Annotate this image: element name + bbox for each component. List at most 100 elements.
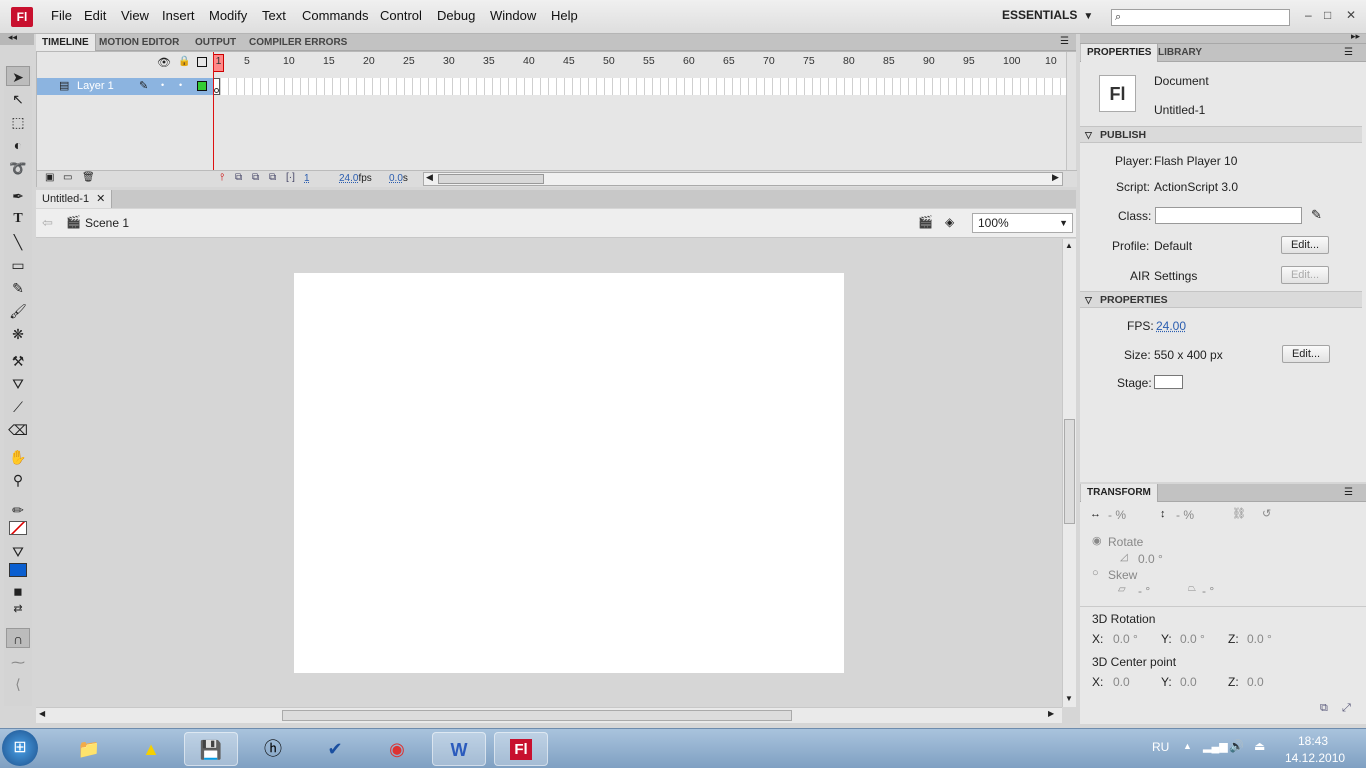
modify-markers-icon[interactable]: [·] [286, 172, 295, 183]
straighten-icon[interactable]: ⟨ [6, 674, 30, 694]
layer-row[interactable]: ▤ Layer 1 ✎ • • [37, 78, 213, 95]
skew-v-value[interactable]: - ° [1202, 584, 1214, 598]
maximize-button[interactable]: □ [1324, 8, 1331, 22]
flash-logo-icon[interactable]: Fl [11, 7, 33, 27]
back-arrow-icon[interactable]: ⇦ [42, 215, 53, 231]
keyframe[interactable] [213, 78, 220, 95]
height-percent[interactable]: - % [1176, 508, 1194, 522]
bone-tool-icon[interactable]: ⚒ [6, 351, 30, 371]
scroll-left-icon[interactable]: ◀ [426, 172, 433, 183]
menu-insert[interactable]: Insert [162, 8, 195, 23]
deco-tool-icon[interactable]: ❋ [6, 324, 30, 344]
word-icon[interactable]: W [432, 732, 486, 766]
save-app-icon[interactable]: 💾 [184, 732, 238, 766]
clock-time[interactable]: 18:43 [1298, 734, 1328, 748]
menu-edit[interactable]: Edit [84, 8, 106, 23]
stage-color-swatch[interactable] [1154, 375, 1183, 389]
tab-compiler-errors[interactable]: COMPILER ERRORS [243, 34, 353, 51]
scroll-right-icon[interactable]: ▶ [1052, 172, 1059, 183]
menu-view[interactable]: View [121, 8, 149, 23]
width-percent[interactable]: - % [1108, 508, 1126, 522]
fps-value[interactable]: 24.0 [339, 173, 358, 184]
stroke-color-icon[interactable]: ✏ [6, 500, 30, 520]
pencil-icon[interactable]: ✎ [1311, 207, 1322, 223]
help-search-input[interactable]: ⌕ [1111, 9, 1290, 26]
profile-edit-button[interactable]: Edit... [1281, 236, 1329, 254]
workspace-switcher[interactable]: ESSENTIALS ▼ [1002, 8, 1093, 22]
onion-outline-icon[interactable]: ⧉ [252, 172, 259, 183]
edit-scene-icon[interactable]: 🎬 [918, 215, 933, 229]
fps-input[interactable]: 24.00 [1156, 319, 1186, 333]
rotate-radio[interactable]: ◉ [1092, 534, 1102, 547]
menu-debug[interactable]: Debug [437, 8, 475, 23]
eraser-tool-icon[interactable]: ⌫ [6, 420, 30, 440]
playhead[interactable]: 1 [213, 54, 224, 72]
class-input[interactable] [1155, 207, 1302, 224]
scroll-right-icon[interactable]: ▶ [1048, 709, 1054, 718]
show-hidden-icons-icon[interactable]: ▲ [1183, 741, 1192, 751]
paint-bucket-tool-icon[interactable]: ⛛ [6, 374, 30, 394]
rotation-z-value[interactable]: 0.0 ° [1247, 632, 1272, 646]
menu-window[interactable]: Window [490, 8, 536, 23]
lasso-tool-icon[interactable]: ➰ [6, 158, 30, 178]
tab-transform[interactable]: TRANSFORM [1081, 484, 1158, 502]
swap-colors-icon[interactable]: ⇄ [6, 599, 30, 619]
new-layer-icon[interactable]: ▣ [45, 172, 54, 183]
zoom-tool-icon[interactable]: ⚲ [6, 470, 30, 490]
smooth-icon[interactable]: ⁓ [6, 652, 30, 672]
free-transform-tool-icon[interactable]: ⬚ [6, 112, 30, 132]
air-edit-button[interactable]: Edit... [1281, 266, 1329, 284]
layer-color-icon[interactable] [197, 81, 207, 91]
scroll-left-icon[interactable]: ◀ [39, 709, 45, 718]
hand-tool-icon[interactable]: ✋ [6, 447, 30, 467]
rotation-x-value[interactable]: 0.0 ° [1113, 632, 1138, 646]
publish-section-header[interactable]: PUBLISH [1080, 126, 1362, 143]
scroll-up-icon[interactable]: ▲ [1065, 241, 1073, 250]
subselection-tool-icon[interactable]: ↖ [6, 89, 30, 109]
skew-h-value[interactable]: - ° [1138, 584, 1150, 598]
stage[interactable] [294, 273, 844, 673]
center-x-value[interactable]: 0.0 [1113, 675, 1130, 689]
scroll-down-icon[interactable]: ▼ [1065, 694, 1073, 703]
tab-properties[interactable]: PROPERTIES [1081, 44, 1159, 62]
tab-timeline[interactable]: TIMELINE [36, 34, 96, 51]
center-z-value[interactable]: 0.0 [1247, 675, 1264, 689]
hscroll-thumb[interactable] [282, 710, 792, 721]
right-collapse-strip[interactable]: ▸▸ [1080, 31, 1366, 44]
fill-swatch[interactable] [6, 562, 30, 582]
pencil-tool-icon[interactable]: ✎ [6, 278, 30, 298]
panel-menu-icon[interactable]: ☰ [1060, 36, 1069, 47]
reset-icon[interactable]: ↺ [1262, 507, 1271, 520]
stroke-swatch[interactable] [6, 520, 30, 540]
onion-skin-icon[interactable]: ⧉ [235, 172, 242, 183]
menu-control[interactable]: Control [380, 8, 422, 23]
menu-file[interactable]: File [51, 8, 72, 23]
delete-icon[interactable]: 🗑 [82, 172, 95, 183]
reset-transform-icon[interactable]: ⤢ [1342, 702, 1351, 715]
outline-icon[interactable] [197, 57, 207, 67]
network-icon[interactable]: ▂▄▆ [1203, 740, 1228, 753]
snap-to-objects-icon[interactable]: ∩ [6, 628, 30, 648]
eyedropper-tool-icon[interactable]: ⟋ [6, 397, 30, 417]
vscroll-thumb[interactable] [1064, 419, 1075, 524]
selection-tool-icon[interactable]: ➤ [6, 66, 30, 86]
document-tab[interactable]: Untitled-1 ✕ [36, 190, 113, 208]
rotate-value[interactable]: 0.0 ° [1138, 552, 1163, 566]
timeline-vscroll[interactable] [1066, 52, 1076, 170]
frame-grid[interactable] [213, 78, 1066, 95]
stage-vscroll[interactable]: ▲ ▼ [1062, 239, 1076, 707]
timeline-hscroll[interactable]: ◀ ▶ [423, 172, 1063, 186]
menu-text[interactable]: Text [262, 8, 286, 23]
explorer-icon[interactable]: 📁 [62, 732, 116, 766]
show-hide-icon[interactable]: 👁 [157, 56, 171, 69]
center-y-value[interactable]: 0.0 [1180, 675, 1197, 689]
new-folder-icon[interactable]: ▭ [63, 172, 72, 183]
safely-remove-icon[interactable]: ⏏ [1254, 739, 1265, 753]
properties-section-header[interactable]: PROPERTIES [1080, 291, 1362, 308]
chrome-icon[interactable]: ◉ [370, 732, 424, 766]
layer-name[interactable]: Layer 1 [77, 80, 114, 92]
menu-modify[interactable]: Modify [209, 8, 247, 23]
rectangle-tool-icon[interactable]: ▭ [6, 255, 30, 275]
panel-menu-icon[interactable]: ☰ [1344, 487, 1353, 498]
skew-radio[interactable]: ○ [1092, 567, 1099, 579]
